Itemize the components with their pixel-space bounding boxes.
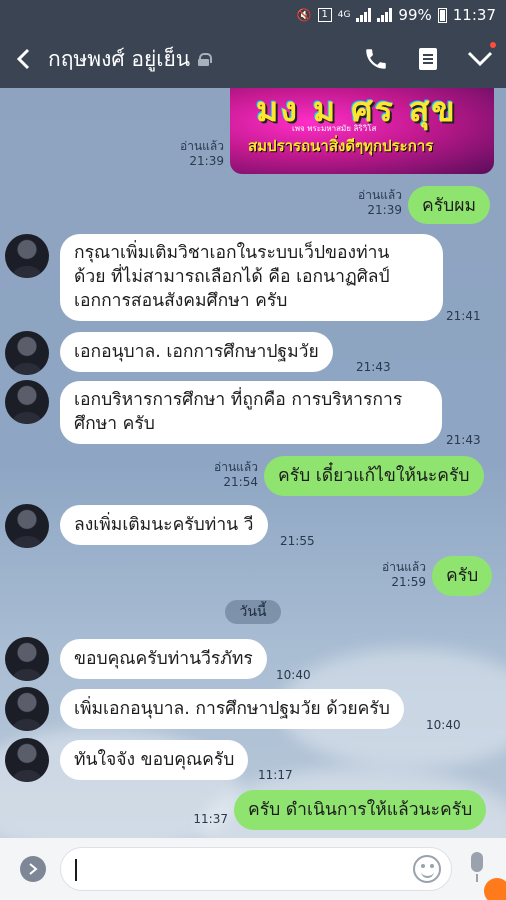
read-receipt: อ่านแล้ว (180, 139, 224, 153)
sim-icon: 1 (317, 8, 332, 22)
expand-button[interactable] (20, 856, 46, 882)
back-button[interactable] (0, 30, 48, 88)
status-bar: 🔇 1 4G 99% 11:37 (0, 0, 506, 30)
msg-time: 21:39 (367, 203, 402, 217)
msg-meta: อ่านแล้ว 21:54 (206, 460, 258, 490)
date-separator: วันนี้ (225, 600, 281, 624)
chat-area[interactable]: อ่านแล้ว 21:39 มง ม ศร สุข เพจ พระมหาสมั… (0, 88, 506, 838)
chat-header: กฤษพงศ์ อยู่เย็น (0, 30, 506, 88)
network-type: 4G (337, 10, 351, 20)
battery-percent: 99% (398, 6, 432, 24)
msg-time: 11:17 (258, 768, 293, 782)
emoji-icon[interactable] (413, 855, 441, 883)
message-bubble-out[interactable]: ครับ เดี๋ยวแก้ไขให้นะครับ (264, 456, 484, 496)
call-button[interactable] (350, 30, 402, 88)
read-receipt: อ่านแล้ว (382, 560, 426, 574)
msg-time: 21:59 (391, 575, 426, 589)
message-bubble-out[interactable]: ครับผม (408, 186, 491, 224)
message-bubble-in[interactable]: ทันใจจัง ขอบคุณครับ (60, 740, 249, 780)
chevron-right-icon (29, 863, 38, 875)
message-line: เอกการสอนสังคมศึกษา ครับ (74, 291, 288, 311)
floating-badge-icon[interactable] (484, 878, 506, 900)
message-bubble-in[interactable]: เอกบริหารการศึกษา ที่ถูกคือ การบริหารการ… (60, 381, 442, 444)
image-sub-text: สมปรารถนาสิ่งดีๆทุกประการ (248, 137, 434, 155)
avatar[interactable] (5, 331, 49, 375)
message-line: เอกบริหารการศึกษา ที่ถูกคือ การบริหารการ (74, 390, 403, 410)
image-message[interactable]: มง ม ศร สุข เพจ พระมหาสมัย ลิริวิโส สมปร… (230, 88, 494, 174)
msg-time: 11:37 (193, 812, 228, 826)
message-bubble-in[interactable]: เอกอนุบาล. เอกการศึกษาปฐมวัย (60, 332, 333, 372)
msg-time: 10:40 (426, 718, 461, 732)
message-bubble-in[interactable]: ขอบคุณครับท่านวีรภัทร (60, 639, 267, 679)
message-line: กรุณาเพิ่มเติมวิชาเอกในระบบเว็ปของท่าน (74, 243, 390, 263)
message-line: ศึกษา ครับ (74, 414, 155, 434)
avatar[interactable] (5, 504, 49, 548)
message-bubble-in[interactable]: กรุณาเพิ่มเติมวิชาเอกในระบบเว็ปของท่าน ด… (60, 234, 443, 321)
msg-meta: อ่านแล้ว 21:39 (350, 188, 402, 218)
msg-time: 21:39 (189, 154, 224, 168)
menu-button[interactable] (454, 30, 506, 88)
msg-time: 21:43 (356, 360, 391, 374)
notes-icon (419, 48, 437, 70)
message-bubble-in[interactable]: ลงเพิ่มเติมนะครับท่าน วี (60, 505, 268, 545)
mute-icon: 🔇 (296, 8, 312, 22)
message-line: ด้วย ที่ไม่สามารถเลือกได้ คือ เอกนาฏศิลป… (74, 267, 390, 287)
avatar[interactable] (5, 380, 49, 424)
msg-time: 21:55 (280, 534, 315, 548)
message-bubble-out[interactable]: ครับ (432, 556, 493, 596)
notes-button[interactable] (402, 30, 454, 88)
avatar[interactable] (5, 234, 49, 278)
battery-icon (437, 7, 447, 23)
clock: 11:37 (452, 6, 496, 24)
message-bubble-out[interactable]: ครับ ดำเนินการให้แล้วนะครับ (234, 790, 487, 830)
phone-icon (366, 49, 386, 69)
text-caret (75, 859, 77, 881)
read-receipt: อ่านแล้ว (358, 188, 402, 202)
image-msg-meta: อ่านแล้ว 21:39 (170, 139, 224, 169)
msg-meta: อ่านแล้ว 21:59 (372, 560, 426, 590)
notification-dot (490, 42, 496, 48)
signal2-icon (377, 8, 393, 22)
chat-title: กฤษพงศ์ อยู่เย็น (48, 46, 191, 71)
message-bubble-in[interactable]: เพิ่มเอกอนุบาล. การศึกษาปฐมวัย ด้วยครับ (60, 689, 404, 729)
back-arrow-icon (16, 48, 30, 70)
input-bar (0, 838, 506, 900)
lock-icon (198, 52, 213, 66)
chevron-down-icon (467, 51, 493, 67)
msg-time: 21:54 (223, 475, 258, 489)
avatar[interactable] (5, 738, 49, 782)
message-input[interactable] (60, 847, 452, 891)
microphone-icon[interactable] (466, 852, 488, 884)
msg-time: 10:40 (276, 668, 311, 682)
msg-time: 21:41 (446, 309, 481, 323)
signal-icon (356, 8, 372, 22)
msg-time: 21:43 (446, 433, 481, 447)
chat-title-wrap[interactable]: กฤษพงศ์ อยู่เย็น (48, 43, 350, 76)
avatar[interactable] (5, 687, 49, 731)
avatar[interactable] (5, 637, 49, 681)
read-receipt: อ่านแล้ว (214, 460, 258, 474)
